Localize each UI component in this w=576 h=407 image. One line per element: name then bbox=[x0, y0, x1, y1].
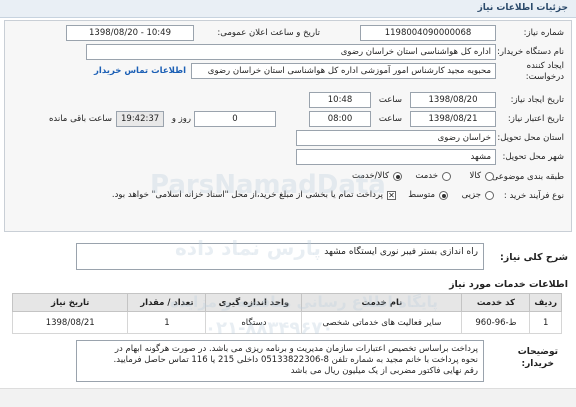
category-label: طبقه بندی موضوعی: bbox=[488, 172, 564, 182]
col-quantity: تعداد / مقدار bbox=[127, 293, 207, 312]
announce-datetime-field: 1398/08/20 - 10:49 bbox=[66, 25, 194, 41]
city-field: مشهد bbox=[296, 149, 496, 165]
purchase-medium-radio[interactable] bbox=[439, 191, 448, 200]
cell-need-date: 1398/08/21 bbox=[11, 311, 129, 334]
cell-service-code: ط-96-960 bbox=[461, 311, 531, 334]
category-goods-service-label: کالا/خدمت bbox=[352, 171, 389, 181]
treasury-checkbox[interactable]: ✕ bbox=[387, 191, 396, 200]
summary-label: شرح کلی نیاز: bbox=[499, 252, 568, 263]
creation-date-field: 1398/08/20 bbox=[410, 92, 496, 108]
cell-quantity: 1 bbox=[127, 311, 207, 334]
col-service-name: نام خدمت bbox=[301, 293, 463, 312]
cell-service-name: سایر فعالیت های خدماتی شخصی bbox=[301, 311, 463, 334]
page-footer bbox=[0, 388, 576, 407]
page-title: جزئیات اطلاعات نیاز bbox=[477, 3, 568, 13]
cell-row: 1 bbox=[529, 311, 562, 334]
province-label: استان محل تحویل: bbox=[497, 133, 564, 143]
requester-label-1: ایجاد کننده bbox=[526, 61, 564, 71]
services-table: ردیف کد خدمت نام خدمت واحد اندازه گیری ت… bbox=[11, 293, 562, 334]
category-service-label: خدمت bbox=[415, 171, 438, 181]
services-section-title: اطلاعات خدمات مورد نیاز bbox=[449, 279, 568, 290]
province-field: خراسان رضوی bbox=[296, 130, 496, 146]
remaining-time-field: 19:42:37 bbox=[116, 111, 164, 127]
col-unit: واحد اندازه گیری bbox=[205, 293, 303, 312]
summary-field: راه اندازی بستر فیبر نوری ایستگاه مشهد bbox=[76, 243, 484, 270]
requester-field: محبوبه مجید کارشناس امور آموزشی اداره کل… bbox=[191, 63, 496, 79]
need-number-field: 1198004090000068 bbox=[360, 25, 496, 41]
buyer-notes-label-1: توضیحات bbox=[517, 347, 558, 357]
col-row: ردیف bbox=[529, 293, 562, 312]
buyer-notes-line-2: نحوه پرداخت با خانم مجید به شماره تلفن 8… bbox=[113, 355, 478, 365]
purchase-minor-label: جزیی bbox=[461, 190, 481, 200]
deadline-time-field: 08:00 bbox=[309, 111, 371, 127]
cell-unit: دستگاه bbox=[205, 311, 303, 334]
buyer-notes-line-1: پرداخت براساس تخصیص اعتبارات سازمان مدیر… bbox=[114, 344, 478, 354]
category-goods-service-radio[interactable] bbox=[393, 172, 402, 181]
col-need-date: تاریخ نیاز bbox=[11, 293, 129, 312]
category-service-radio[interactable] bbox=[442, 172, 451, 181]
purchase-medium-label: متوسط bbox=[408, 190, 435, 200]
table-row[interactable]: 1 ط-96-960 سایر فعالیت های خدماتی شخصی د… bbox=[11, 311, 562, 334]
buyer-notes-label-2: خریدار: bbox=[521, 359, 554, 369]
category-goods-label: کالا bbox=[469, 171, 481, 181]
page-header: جزئیات اطلاعات نیاز bbox=[0, 0, 576, 18]
announce-datetime-label: تاریخ و ساعت اعلان عمومی: bbox=[217, 28, 320, 38]
need-number-label: شماره نیاز: bbox=[523, 28, 564, 38]
treasury-note: پرداخت تمام یا بخشی از مبلغ خرید،از محل … bbox=[111, 190, 383, 200]
buyer-notes-field: پرداخت براساس تخصیص اعتبارات سازمان مدیر… bbox=[76, 340, 484, 382]
deadline-time-label: ساعت bbox=[378, 114, 402, 124]
buyer-org-field: اداره کل هواشناسی استان خراسان رضوی bbox=[86, 44, 496, 60]
deadline-date-field: 1398/08/21 bbox=[410, 111, 496, 127]
days-label: روز و bbox=[171, 114, 191, 124]
remaining-time-label: ساعت باقی مانده bbox=[48, 114, 112, 124]
category-goods-radio[interactable] bbox=[485, 172, 494, 181]
requester-label-2: درخواست: bbox=[525, 72, 564, 82]
buyer-contact-link[interactable]: اطلاعات تماس خریدار bbox=[94, 66, 186, 76]
buyer-org-label: نام دستگاه خریدار: bbox=[497, 47, 564, 57]
buyer-notes-line-3: رقم نهایی فاکتور مضربی از یک میلیون ریال… bbox=[290, 366, 478, 376]
creation-time-label: ساعت bbox=[378, 95, 402, 105]
purchase-minor-radio[interactable] bbox=[485, 191, 494, 200]
col-service-code: کد خدمت bbox=[461, 293, 531, 312]
creation-time-field: 10:48 bbox=[309, 92, 371, 108]
remaining-days-field: 0 bbox=[194, 111, 276, 127]
city-label: شهر محل تحویل: bbox=[502, 152, 564, 162]
creation-date-label: تاریخ ایجاد نیاز: bbox=[510, 95, 564, 105]
purchase-type-label: نوع فرآیند خرید : bbox=[503, 191, 564, 201]
services-table-header: ردیف کد خدمت نام خدمت واحد اندازه گیری ت… bbox=[11, 293, 562, 312]
deadline-label: تاریخ اعتبار نیاز: bbox=[507, 114, 564, 124]
